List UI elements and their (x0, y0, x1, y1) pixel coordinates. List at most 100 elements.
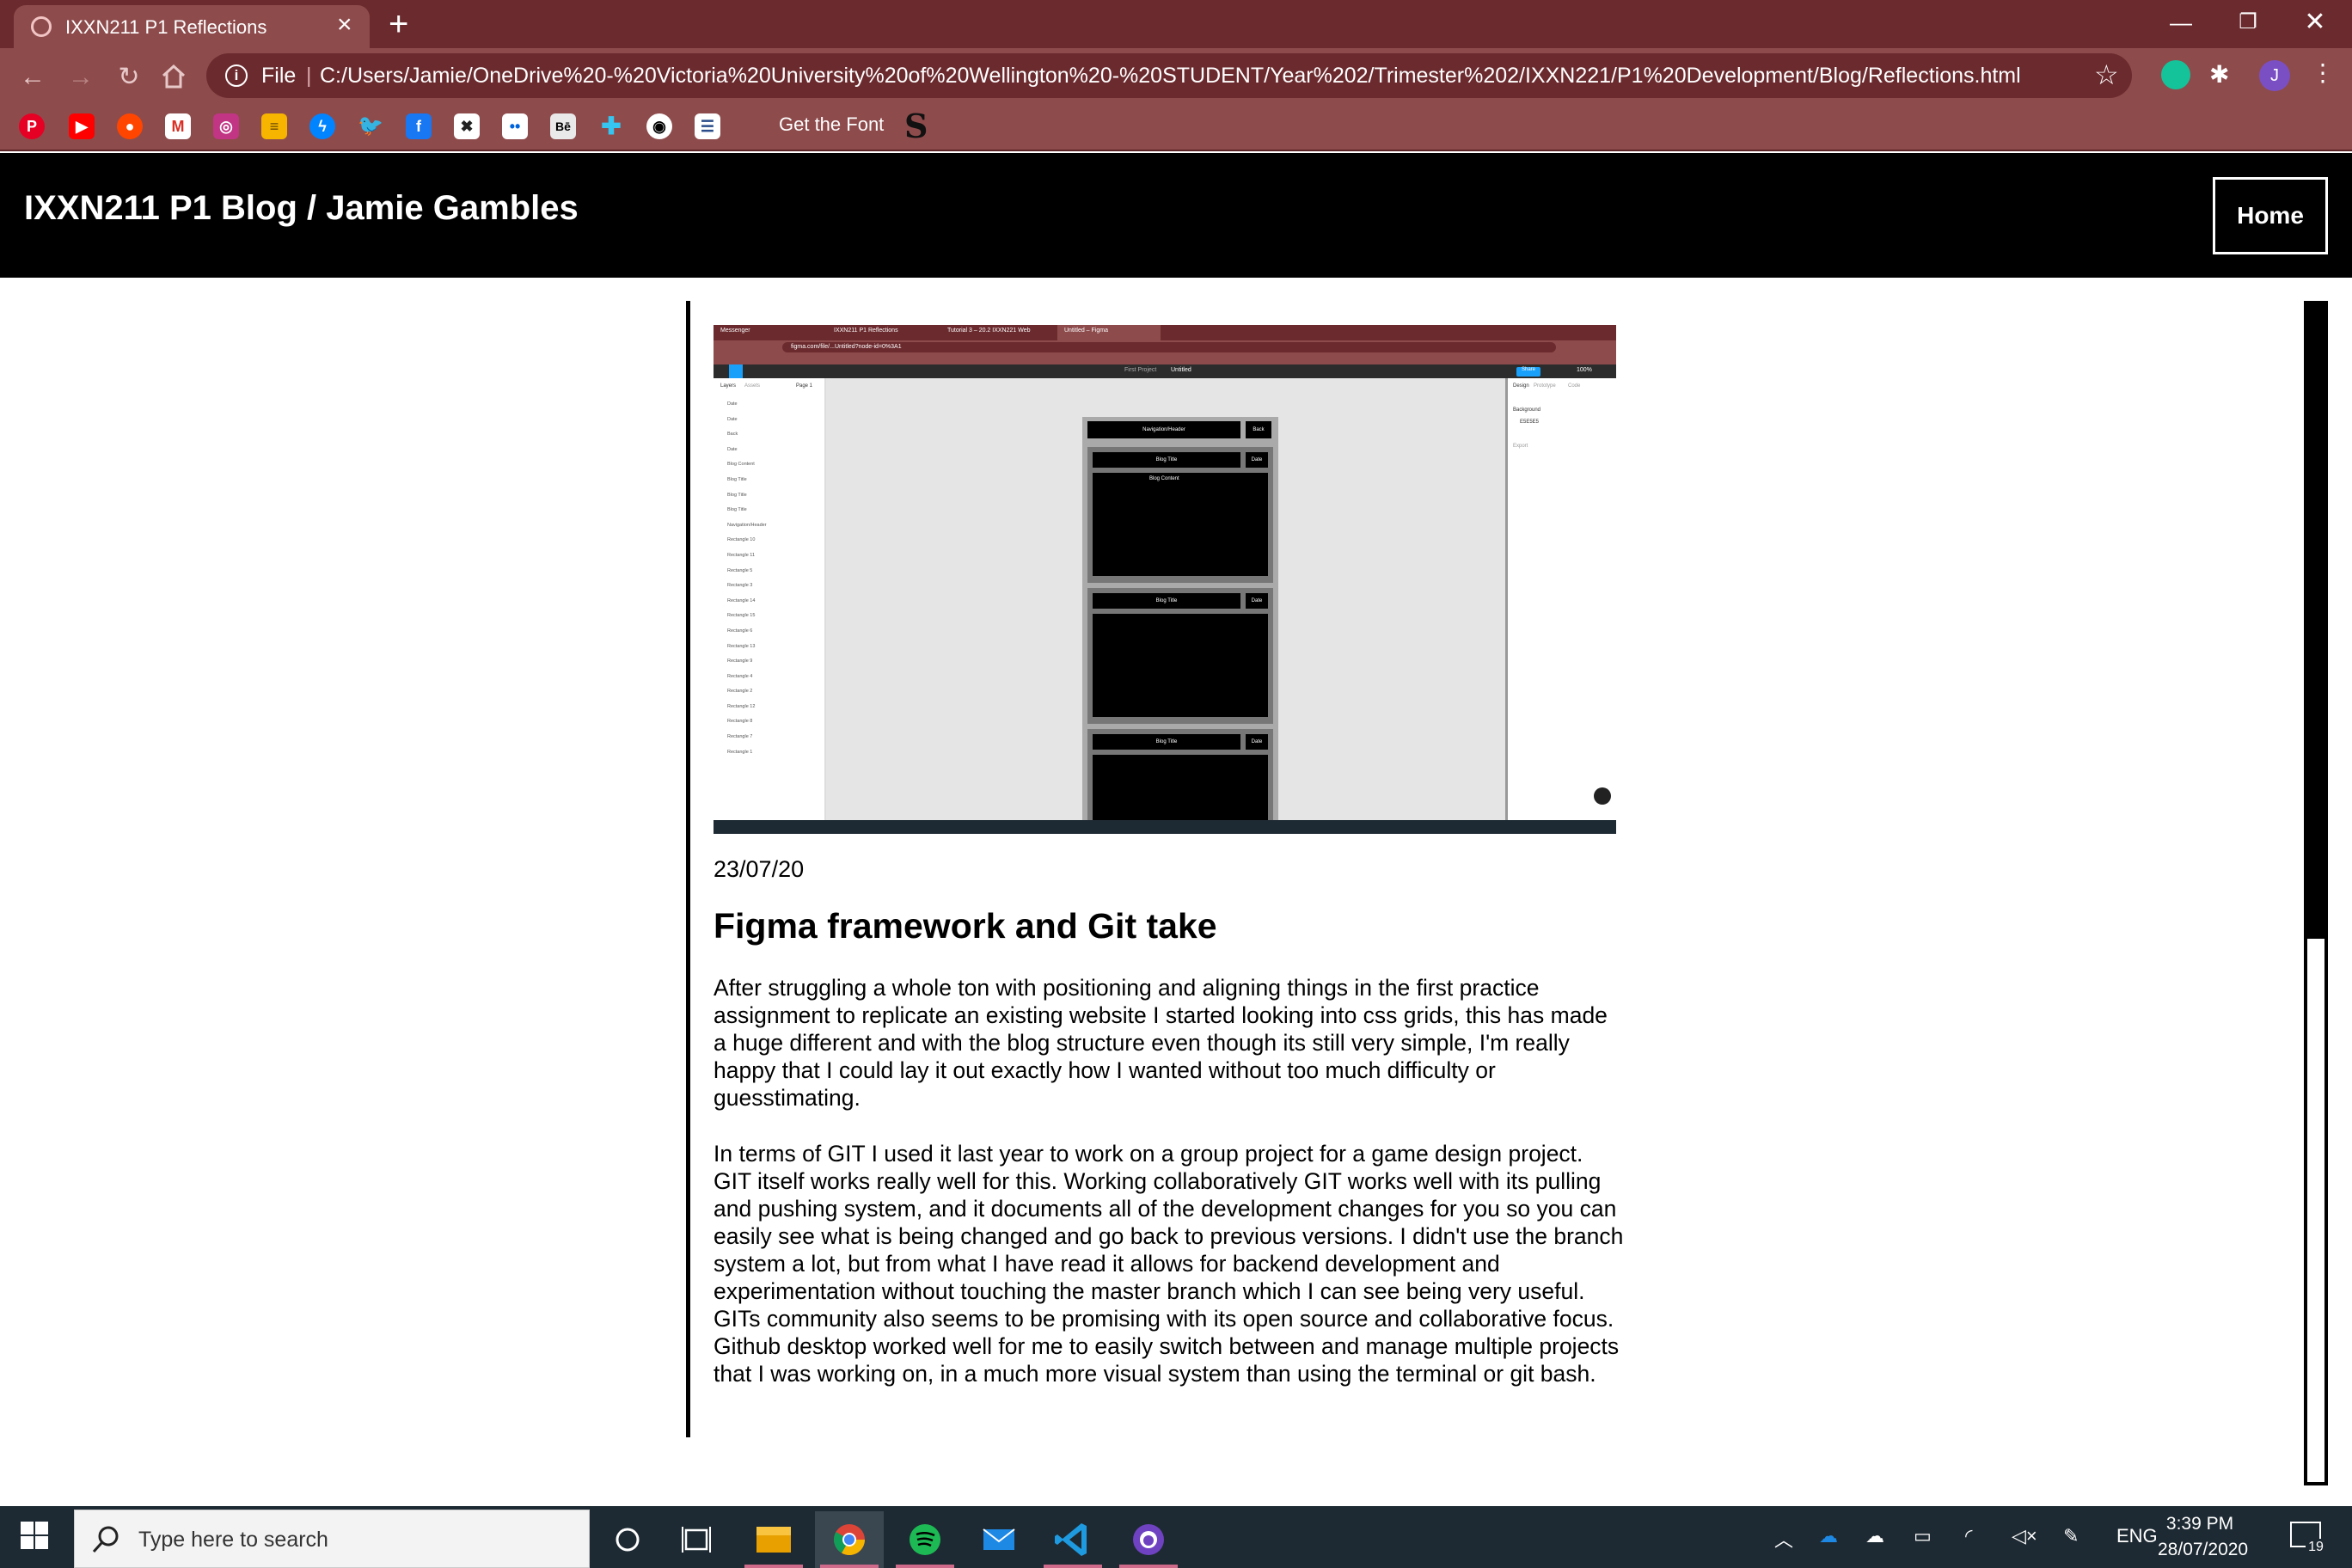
figma-background-label: Background (1513, 407, 1541, 413)
scrollbar-track-fill (2307, 304, 2324, 939)
post-paragraph: After struggling a whole ton with positi… (714, 975, 1608, 1111)
forward-icon[interactable]: → (64, 60, 98, 95)
task-view-icon[interactable] (662, 1511, 731, 1568)
figma-export-label: Export (1513, 444, 1528, 449)
extensions-puzzle-icon[interactable]: ✱ (2209, 60, 2229, 89)
vscode-icon[interactable] (1038, 1511, 1107, 1568)
mail-icon[interactable] (965, 1511, 1033, 1568)
bookmark-star-icon[interactable]: ☆ (2094, 58, 2119, 91)
wifi-icon[interactable]: ◜ (1965, 1525, 1973, 1547)
minimize-icon[interactable]: — (2147, 0, 2214, 46)
figma-blog-title-rect: Blog Title (1093, 734, 1240, 750)
figma-back-rect: Back (1246, 421, 1271, 438)
profile-avatar[interactable]: J (2259, 60, 2290, 91)
figma-layer-list: Date Date Back Date Blog Content Blog Title Bl… (720, 397, 822, 760)
figma-layer-item: Blog Title (727, 492, 747, 498)
address-separator: | (306, 64, 312, 88)
volume-muted-icon[interactable]: ◁× (2012, 1525, 2037, 1547)
document-icon[interactable]: ☰ (695, 113, 720, 139)
figma-layer-item: Date (727, 401, 738, 407)
address-bar[interactable]: i File | C:/Users/Jamie/OneDrive%20-%20V… (206, 53, 2132, 98)
figma-background-value: E5E5E5 (1520, 420, 1540, 425)
page-scrollbar[interactable] (2304, 301, 2328, 1485)
grammarly-extension-icon[interactable] (2161, 60, 2190, 89)
behance-icon[interactable]: Bē (550, 113, 576, 139)
figma-file-name: Untitled (1171, 367, 1191, 373)
figma-tab: Untitled – Figma (1057, 325, 1161, 340)
figma-layer-item: Rectangle 5 (727, 567, 753, 573)
spotify-icon[interactable] (891, 1511, 959, 1568)
facebook-icon[interactable]: f (406, 113, 432, 139)
browser-tab[interactable]: IXXN211 P1 Reflections × (14, 5, 370, 48)
figma-layer-item: Rectangle 13 (727, 643, 756, 649)
show-hidden-icons-icon[interactable]: ︿ (1774, 1525, 1793, 1553)
onedrive-personal-icon[interactable]: ☁ (1865, 1525, 1884, 1547)
flickr-icon[interactable]: •• (502, 113, 528, 139)
figma-help-icon (1594, 787, 1611, 805)
youtube-icon[interactable]: ▶ (69, 113, 95, 139)
bookmark-s-icon[interactable]: S (904, 107, 928, 145)
restore-icon[interactable]: ❐ (2214, 0, 2282, 46)
pinterest-icon[interactable]: P (19, 113, 45, 139)
instagram-icon[interactable]: ◎ (213, 113, 239, 139)
figma-layer-item: Rectangle 11 (727, 552, 756, 558)
figma-layer-item: Blog Title (727, 507, 747, 513)
bookmarks-bar (0, 103, 2352, 151)
figma-layers-panel: Layers Assets Page 1 Date Date Back Date Blo… (714, 378, 825, 825)
figma-layer-item: Blog Title (727, 476, 747, 482)
home-button[interactable]: Home (2213, 177, 2328, 254)
figma-layer-item: Rectangle 2 (727, 689, 753, 695)
cortana-icon[interactable] (593, 1511, 662, 1568)
pen-workspace-icon[interactable]: ✎ (2063, 1525, 2079, 1547)
figma-share-button: Share (1516, 367, 1540, 377)
notes-icon[interactable]: ≡ (261, 113, 287, 139)
post-title: Figma framework and Git take (714, 906, 1217, 946)
figma-bookmarks (714, 354, 1616, 364)
messenger-icon[interactable]: ϟ (309, 113, 335, 139)
figma-date-rect: Date (1246, 734, 1268, 750)
gmail-icon[interactable]: M (165, 113, 191, 139)
clock-date: 28/07/2020 (2158, 1540, 2249, 1559)
figma-right-tab: Code (1568, 383, 1581, 389)
figma-address: figma.com/file/...Untitled?node-id=0%3A1 (782, 342, 1556, 352)
language-indicator[interactable]: ENG (2116, 1525, 2158, 1547)
taskbar-search-box[interactable]: Type here to search (74, 1510, 590, 1568)
tool-icon[interactable]: ✖ (454, 113, 480, 139)
figma-blog-content-rect (1093, 755, 1268, 824)
file-explorer-icon[interactable] (739, 1511, 808, 1568)
github-desktop-icon[interactable] (1114, 1511, 1183, 1568)
windows-start-icon[interactable] (21, 1522, 48, 1549)
close-tab-icon[interactable]: × (337, 12, 352, 38)
reload-icon[interactable]: ↻ (112, 60, 146, 95)
site-info-icon[interactable]: i (225, 64, 248, 87)
running-indicator (1119, 1565, 1178, 1568)
figma-move-tool (729, 364, 743, 378)
home-icon[interactable] (160, 64, 187, 89)
onedrive-icon[interactable]: ☁ (1819, 1525, 1838, 1547)
figma-layer-item: Rectangle 8 (727, 719, 753, 725)
figma-layer-item: Rectangle 1 (727, 749, 753, 755)
tab-title: IXXN211 P1 Reflections (65, 16, 267, 38)
menu-kebab-icon[interactable]: ⋮ (2311, 58, 2335, 87)
running-indicator (820, 1565, 879, 1568)
slack-icon[interactable]: ✚ (598, 113, 624, 139)
figma-os-taskbar (714, 820, 1616, 834)
search-icon (90, 1524, 121, 1555)
twitter-icon[interactable]: 🐦 (358, 113, 383, 139)
figma-canvas: Navigation/Header Back Blog Title Date B… (826, 378, 1505, 832)
figma-layer-item: Rectangle 10 (727, 537, 756, 543)
post-date: 23/07/20 (714, 856, 805, 882)
battery-icon[interactable]: ▭ (1914, 1525, 1932, 1547)
new-tab-button[interactable]: + (389, 3, 408, 45)
bookmark-get-the-font[interactable]: Get the Font (779, 113, 884, 136)
chrome-icon[interactable] (815, 1511, 884, 1568)
figma-layer-item: Back (727, 432, 738, 438)
post-paragraph: In terms of GIT I used it last year to w… (714, 1141, 1624, 1387)
close-window-icon[interactable]: ✕ (2282, 0, 2349, 46)
reddit-icon[interactable]: ● (117, 113, 143, 139)
github-icon[interactable]: ◉ (646, 113, 672, 139)
taskbar-clock[interactable]: 3:39 PM 28/07/2020 (2158, 1511, 2249, 1563)
back-icon[interactable]: ← (15, 60, 50, 95)
figma-panel-tab: Page 1 (796, 383, 813, 389)
address-url[interactable]: C:/Users/Jamie/OneDrive%20-%20Victoria%2… (320, 64, 2021, 89)
